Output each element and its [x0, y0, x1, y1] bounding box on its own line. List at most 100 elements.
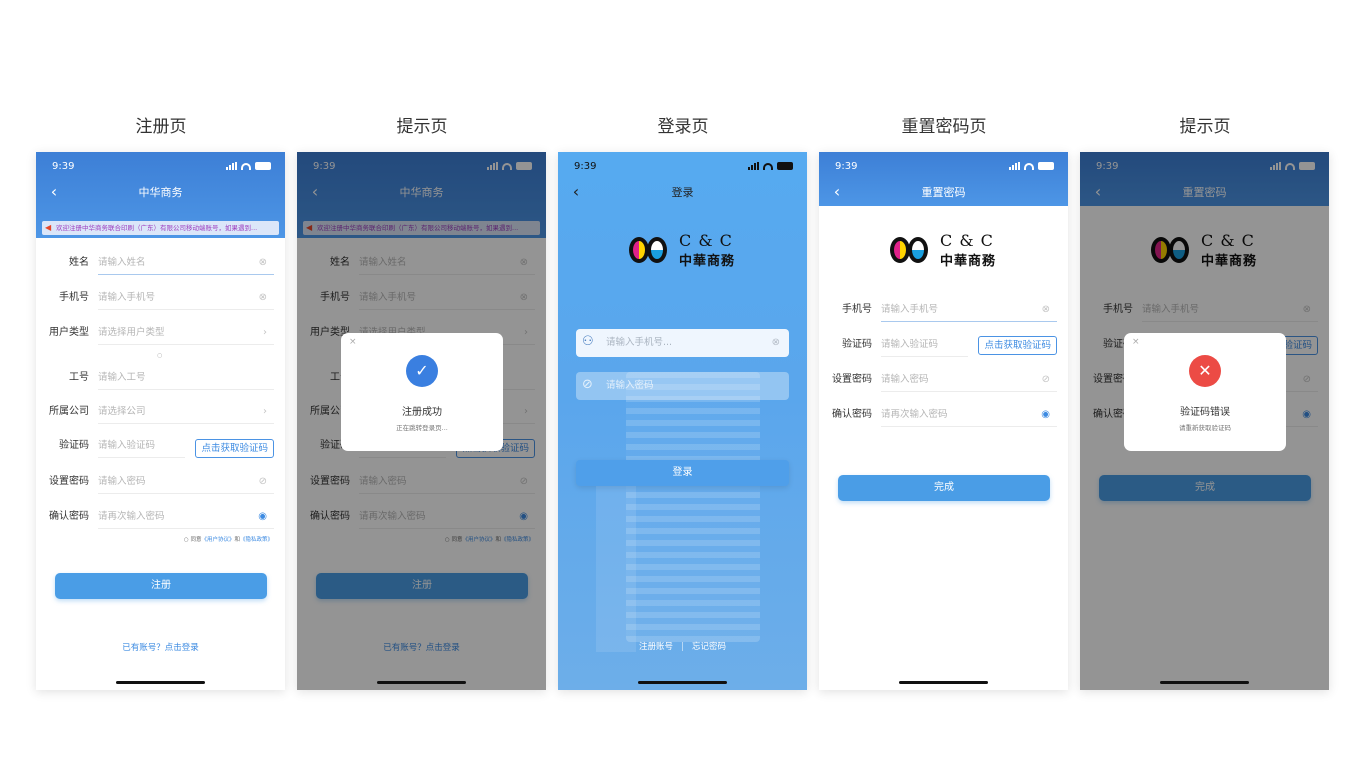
status-bar: 9:39	[819, 152, 1068, 180]
check-icon: ✓	[406, 355, 438, 387]
login-link[interactable]: 已有账号？点击登录	[36, 641, 285, 653]
code-input[interactable]: 请输入验证码	[98, 434, 185, 458]
phone-register: 9:39 ‹ 中华商务 ◀ 欢迎注册中华商务联合印刷（广东）有限公司移动端账号，如…	[36, 152, 285, 690]
close-icon[interactable]: ×	[1132, 337, 1140, 347]
field-label: 验证码	[842, 339, 872, 350]
logo-ring-right	[908, 237, 928, 263]
form-row-employee-id: 工号 请输入工号	[36, 366, 285, 400]
nav-bar: ‹ 中华商务	[36, 180, 285, 206]
error-x-icon: ✕	[1189, 355, 1221, 387]
nav-title: 重置密码	[921, 186, 966, 199]
back-icon[interactable]: ‹	[827, 180, 847, 206]
code-input[interactable]: 请输入验证码	[881, 333, 968, 357]
notice-text: 欢迎注册中华商务联合印刷（广东）有限公司移动端账号，如果遇到...	[56, 224, 258, 232]
status-time: 9:39	[835, 161, 858, 172]
wifi-icon	[1024, 162, 1034, 170]
clear-icon[interactable]: ⊗	[1042, 298, 1050, 322]
eye-icon[interactable]: ◉	[1041, 403, 1050, 427]
clear-icon[interactable]: ⊗	[259, 251, 267, 275]
chevron-right-icon: ›	[263, 327, 267, 338]
register-link[interactable]: 注册账号	[639, 642, 673, 652]
user-icon: ⚇	[582, 334, 594, 349]
form-row-user-type: 用户类型 请选择用户类型 ›	[36, 321, 285, 355]
column-title-register: 注册页	[135, 117, 187, 137]
column-title-login: 登录页	[657, 117, 709, 137]
confirm-password-input[interactable]: 请再次输入密码	[881, 403, 1057, 427]
confirm-password-input[interactable]: 请再次输入密码	[98, 505, 274, 529]
company-logo: C & C 中華商務	[627, 231, 737, 269]
logo-ring-right	[647, 237, 667, 263]
modal-subtitle: 请重新获取验证码	[1179, 424, 1231, 432]
logo-ring-left	[890, 237, 910, 263]
form-row-name: 姓名 请输入姓名 ⊗	[36, 251, 285, 285]
status-bar: 9:39	[558, 152, 807, 180]
building-backdrop	[626, 372, 760, 642]
password-input[interactable]: ⊘ 请输入密码	[576, 372, 789, 400]
logo-ring-left	[629, 237, 649, 263]
column-title-reset: 重置密码页	[901, 117, 987, 137]
name-input[interactable]: 请输入姓名	[98, 251, 274, 275]
battery-icon	[777, 162, 793, 170]
company-logo: C & C 中華商務	[888, 231, 998, 269]
privacy-policy-link[interactable]: 《隐私政策》	[240, 537, 273, 543]
forgot-password-link[interactable]: 忘记密码	[692, 642, 726, 652]
eye-icon[interactable]: ◉	[258, 505, 267, 529]
battery-icon	[255, 162, 271, 170]
home-indicator	[1160, 681, 1249, 684]
nav-bar: ‹ 重置密码	[819, 180, 1068, 206]
register-button[interactable]: 注册	[55, 573, 267, 599]
status-time: 9:39	[52, 161, 75, 172]
wifi-icon	[763, 162, 773, 170]
back-icon[interactable]: ‹	[566, 180, 586, 206]
logo-en: C & C	[940, 231, 994, 250]
logo-cn: 中華商務	[679, 254, 736, 269]
phone-login: 9:39 ‹ 登录 C & C 中華商務 ⚇ 请输入手机号... ⊗ ⊘ 请输入…	[558, 152, 807, 690]
phone-code-error: 9:39 ‹ 重置密码 C & C 中華商務 手机号 请输入手机号 ⊗ 验证码 …	[1080, 152, 1329, 690]
design-board: 注册页 提示页 登录页 重置密码页 提示页 9:39 ‹ 中华商务 ◀ 欢迎注册中…	[0, 0, 1366, 768]
clear-icon[interactable]: ⊗	[259, 286, 267, 310]
login-button[interactable]: 登录	[576, 460, 789, 486]
field-label: 确认密码	[832, 409, 872, 420]
eye-off-icon[interactable]: ⊘	[1042, 368, 1050, 392]
phone-input[interactable]: 请输入手机号	[98, 286, 274, 310]
get-code-button[interactable]: 点击获取验证码	[978, 336, 1057, 355]
clear-icon[interactable]: ⊗	[772, 329, 780, 357]
phone-input[interactable]: 请输入手机号	[881, 298, 1057, 322]
agreement-line: ○ 同意《用户协议》和《隐私政策》	[184, 535, 273, 543]
user-agreement-link[interactable]: 《用户协议》	[201, 537, 234, 543]
agree-text: 同意	[190, 537, 202, 543]
user-type-select[interactable]: 请选择用户类型	[98, 321, 274, 345]
link-separator: |	[681, 642, 684, 652]
nav-bar: ‹ 登录	[558, 180, 807, 206]
employee-id-input[interactable]: 请输入工号	[98, 366, 274, 390]
password-input[interactable]: 请输入密码	[881, 368, 1057, 392]
field-label: 所属公司	[49, 406, 89, 417]
notice-banner: ◀ 欢迎注册中华商务联合印刷（广东）有限公司移动端账号，如果遇到...	[42, 221, 279, 235]
back-icon[interactable]: ‹	[44, 180, 64, 206]
home-indicator	[377, 681, 466, 684]
home-indicator	[116, 681, 205, 684]
company-select[interactable]: 请选择公司	[98, 400, 274, 424]
password-placeholder: 请输入密码	[606, 380, 654, 391]
field-label: 手机号	[59, 292, 89, 303]
signal-icon	[748, 162, 759, 170]
eye-off-icon[interactable]: ⊘	[259, 470, 267, 494]
form-row-company: 所属公司 请选择公司 ›	[36, 400, 285, 434]
get-code-button[interactable]: 点击获取验证码	[195, 439, 274, 458]
phone-placeholder: 请输入手机号...	[606, 337, 673, 348]
nav-title: 登录	[671, 186, 694, 199]
logo-en: C & C	[679, 231, 733, 250]
form-row-confirm: 确认密码 请再次输入密码 ◉	[36, 505, 285, 539]
password-input[interactable]: 请输入密码	[98, 470, 274, 494]
success-modal: × ✓ 注册成功 正在跳转登录页...	[341, 333, 503, 451]
complete-button[interactable]: 完成	[838, 475, 1050, 501]
close-icon[interactable]: ×	[349, 337, 357, 347]
eye-off-icon[interactable]: ⊘	[582, 377, 593, 392]
field-label: 验证码	[59, 440, 89, 451]
phone-input[interactable]: ⚇ 请输入手机号... ⊗	[576, 329, 789, 357]
login-links: 注册账号 | 忘记密码	[558, 640, 807, 652]
status-bar: 9:39	[36, 152, 285, 180]
column-title-prompt-2: 提示页	[1179, 117, 1231, 137]
form-row-password: 设置密码 请输入密码 ⊘	[819, 368, 1068, 402]
wifi-icon	[241, 162, 251, 170]
